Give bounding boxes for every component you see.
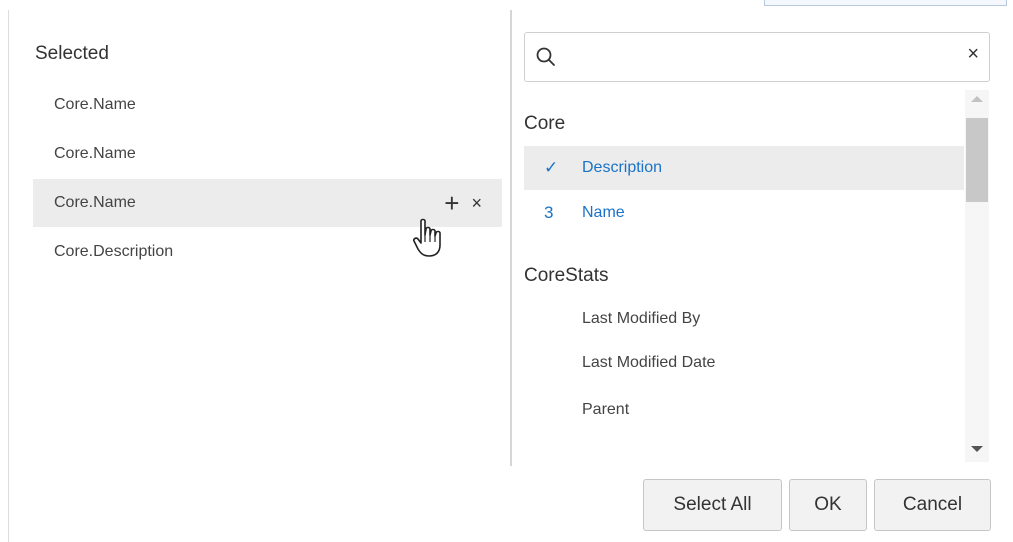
cancel-button[interactable]: Cancel xyxy=(874,479,991,531)
select-all-button[interactable]: Select All xyxy=(643,479,782,531)
checkmark-icon: ✓ xyxy=(544,158,559,177)
group-header-core: Core xyxy=(524,113,566,134)
selected-item[interactable]: Core.Name xyxy=(33,130,502,178)
ok-button[interactable]: OK xyxy=(789,479,867,531)
field-row-parent[interactable]: Parent xyxy=(524,388,964,432)
selected-item-label: Core.Name xyxy=(54,145,136,162)
panel-divider xyxy=(510,10,512,466)
field-row-last-modified-by[interactable]: Last Modified By xyxy=(524,297,964,341)
selected-item-label: Core.Name xyxy=(54,96,136,113)
background-window-edge xyxy=(764,0,1007,6)
field-row-last-modified-date[interactable]: Last Modified Date xyxy=(524,341,964,385)
selected-title: Selected xyxy=(35,43,109,64)
field-list: Core ✓ Description 3 Name CoreStats Last… xyxy=(524,90,964,462)
item-actions: + × xyxy=(444,179,482,227)
search-icon xyxy=(536,47,555,66)
scroll-up-arrow-icon[interactable] xyxy=(971,96,983,102)
scroll-thumb[interactable] xyxy=(966,118,988,202)
remove-icon[interactable]: × xyxy=(471,194,482,212)
field-label: Description xyxy=(582,159,663,176)
field-label: Name xyxy=(582,204,625,221)
hand-pointer-icon xyxy=(413,218,441,257)
selected-item-label: Core.Name xyxy=(54,194,136,211)
field-label: Parent xyxy=(582,401,630,418)
selection-count-badge: 3 xyxy=(544,203,554,222)
field-label: Last Modified Date xyxy=(582,354,716,371)
field-row-description[interactable]: ✓ Description xyxy=(524,146,964,190)
search-input[interactable] xyxy=(567,41,951,75)
add-icon[interactable]: + xyxy=(444,190,459,216)
field-row-name[interactable]: 3 Name xyxy=(524,191,964,235)
clear-search-icon[interactable]: × xyxy=(967,44,979,64)
vertical-scrollbar[interactable] xyxy=(965,90,989,462)
selected-item[interactable]: Core.Name xyxy=(33,81,502,129)
search-box: × xyxy=(524,32,990,82)
field-label: Last Modified By xyxy=(582,310,701,327)
group-header-corestats: CoreStats xyxy=(524,265,609,286)
selected-item-label: Core.Description xyxy=(54,243,174,260)
scroll-down-arrow-icon[interactable] xyxy=(971,446,983,452)
